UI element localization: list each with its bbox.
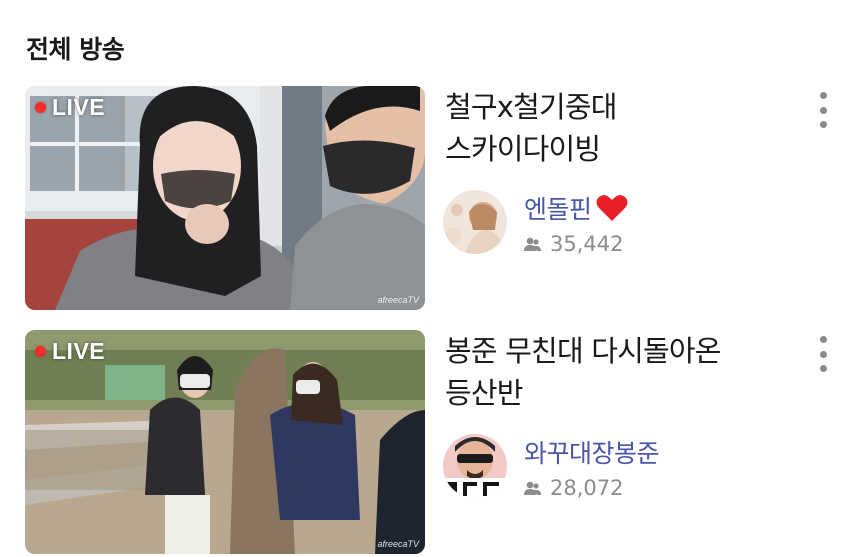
person-icon bbox=[524, 481, 541, 495]
person-icon bbox=[524, 237, 541, 251]
more-options-icon[interactable] bbox=[812, 92, 834, 128]
streamer-name[interactable]: 와꾸대장봉준 bbox=[524, 434, 660, 470]
viewer-count-value: 35,442 bbox=[550, 232, 624, 256]
live-label: LIVE bbox=[52, 338, 106, 364]
broadcast-thumbnail[interactable]: LIVE afreecaTV bbox=[25, 330, 425, 554]
streamer-avatar[interactable] bbox=[443, 190, 507, 254]
live-badge: LIVE bbox=[35, 338, 105, 365]
avatar-image bbox=[443, 434, 507, 498]
more-dot bbox=[819, 92, 827, 99]
heart-icon bbox=[596, 195, 628, 221]
broadcast-title[interactable]: 철구x철기중대 스카이다이빙 bbox=[445, 86, 775, 170]
live-label: LIVE bbox=[52, 94, 106, 120]
broadcast-card[interactable]: LIVE afreecaTV 철구x철기중대 스카이다이빙 엔돌핀 35,442 bbox=[0, 86, 850, 311]
viewer-count: 28,072 bbox=[524, 476, 623, 500]
avatar-image bbox=[443, 190, 507, 254]
more-dot bbox=[819, 350, 827, 358]
viewer-count: 35,442 bbox=[524, 232, 623, 256]
watermark: afreecaTV bbox=[377, 539, 419, 549]
live-dot-icon bbox=[35, 102, 46, 113]
broadcast-title[interactable]: 봉준 무친대 다시돌아온 등산반 bbox=[445, 330, 775, 414]
streamer-name-label: 와꾸대장봉준 bbox=[524, 439, 660, 468]
live-badge: LIVE bbox=[35, 94, 105, 121]
streamer-avatar[interactable] bbox=[443, 434, 507, 498]
more-dot bbox=[819, 365, 827, 372]
more-dot bbox=[819, 106, 827, 114]
broadcast-card[interactable]: LIVE afreecaTV 봉준 무친대 다시돌아온 등산반 와꾸대장봉준 2… bbox=[0, 330, 850, 555]
broadcast-thumbnail[interactable]: LIVE afreecaTV bbox=[25, 86, 425, 310]
viewer-count-value: 28,072 bbox=[550, 476, 624, 500]
streamer-name[interactable]: 엔돌핀 bbox=[524, 190, 628, 226]
more-options-icon[interactable] bbox=[812, 336, 834, 372]
streamer-name-label: 엔돌핀 bbox=[524, 195, 592, 224]
more-dot bbox=[819, 121, 827, 128]
live-dot-icon bbox=[35, 346, 46, 357]
section-title: 전체 방송 bbox=[26, 35, 125, 64]
more-dot bbox=[819, 336, 827, 343]
watermark: afreecaTV bbox=[377, 295, 419, 305]
